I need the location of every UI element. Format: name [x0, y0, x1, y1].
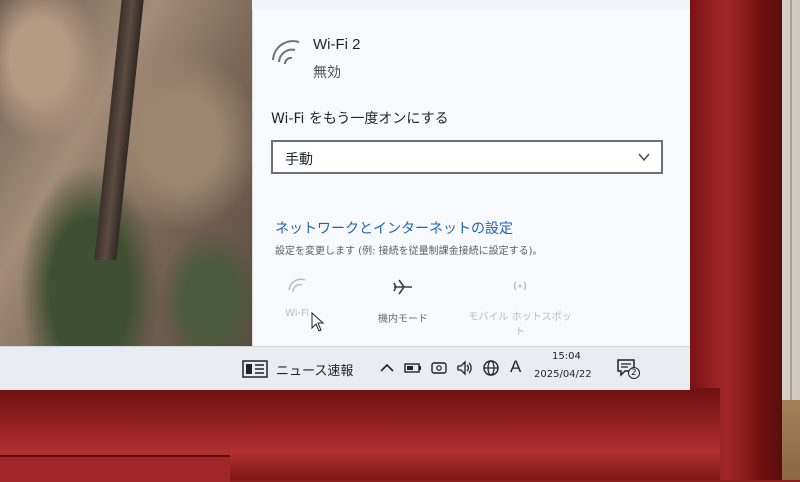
ime-mode-indicator[interactable]: A — [510, 357, 521, 377]
news-icon — [242, 360, 268, 378]
network-flyout: Wi-Fi 2 無効 Wi-Fi をもう一度オンにする 手動 ネットワークとイン… — [252, 10, 690, 346]
wifi-icon — [288, 278, 306, 293]
laptop-hinge — [0, 455, 230, 482]
quick-action-airplane-mode[interactable]: 機内モード — [361, 278, 445, 325]
news-widget-label[interactable]: ニュース速報 — [276, 347, 353, 390]
wifi-icon — [272, 40, 300, 65]
mouse-cursor-icon — [311, 312, 325, 332]
wallpaper-rock-crevice — [94, 0, 144, 260]
battery-icon[interactable] — [404, 359, 422, 377]
airplane-icon — [393, 279, 412, 295]
network-globe-icon[interactable] — [482, 359, 500, 377]
clock-date[interactable]: 2025/04/22 — [534, 369, 592, 380]
reconnect-label: Wi-Fi をもう一度オンにする — [271, 111, 449, 127]
hotspot-icon — [513, 281, 527, 291]
meet-now-icon[interactable] — [430, 359, 448, 377]
notification-count-badge: 2 — [628, 367, 640, 379]
wifi-status: 無効 — [313, 65, 341, 81]
quick-action-label: 機内モード — [378, 314, 428, 325]
taskbar: ニュース速報 A 15:04 2025/04/22 2 — [0, 346, 690, 390]
desktop-wallpaper — [0, 0, 252, 346]
reconnect-dropdown-value: 手動 — [285, 152, 313, 168]
notification-center-button[interactable]: 2 — [616, 357, 640, 379]
screen: Wi-Fi 2 無効 Wi-Fi をもう一度オンにする 手動 ネットワークとイン… — [0, 0, 690, 390]
network-settings-link[interactable]: ネットワークとインターネットの設定 — [275, 218, 513, 238]
quick-action-label: モバイル ホットスポット — [468, 312, 572, 338]
chevron-up-icon[interactable] — [378, 359, 396, 377]
quick-action-mobile-hotspot[interactable]: モバイル ホットスポット — [465, 278, 575, 338]
clock-time[interactable]: 15:04 — [552, 351, 581, 362]
wifi-name: Wi-Fi 2 — [313, 36, 361, 53]
volume-icon[interactable] — [456, 359, 474, 377]
reconnect-dropdown[interactable]: 手動 — [271, 140, 663, 174]
news-widget-button[interactable] — [242, 347, 268, 390]
chevron-down-icon — [638, 153, 650, 162]
network-settings-description: 設定を変更します (例: 接続を従量制課金接続に設定する)。 — [275, 246, 543, 257]
